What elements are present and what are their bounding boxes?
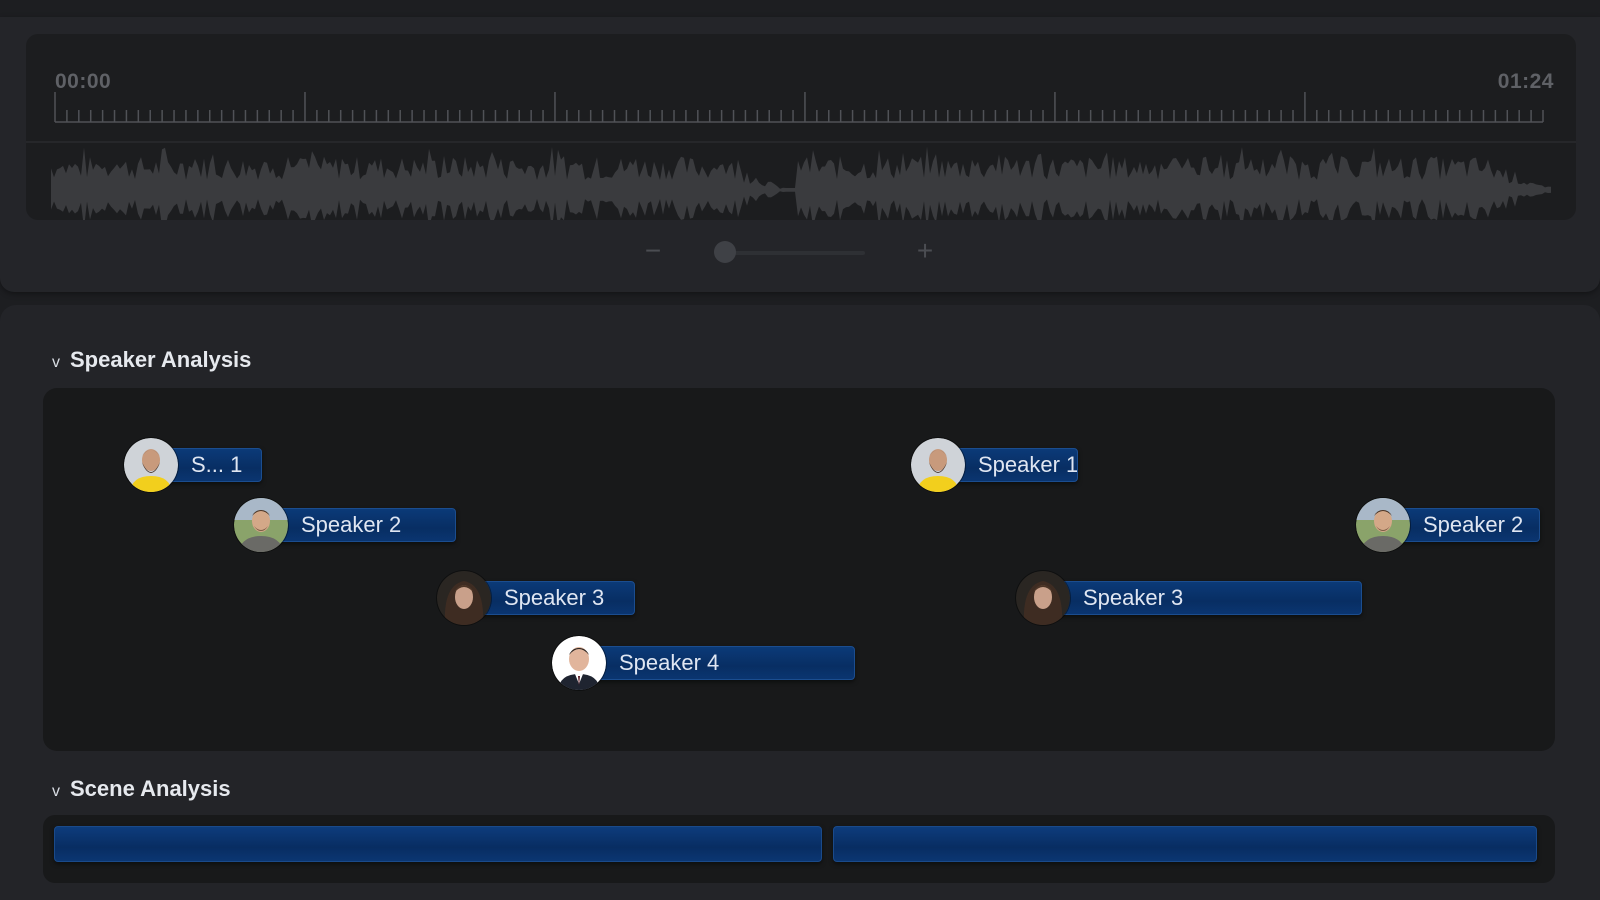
speaker-segment-label: Speaker 3 <box>473 581 635 615</box>
collapse-chevron-icon: v <box>52 354 60 371</box>
zoom-controls: − + <box>0 232 1600 282</box>
end-time-label: 01:24 <box>1497 70 1554 93</box>
scene-analysis-header[interactable]: v Scene Analysis <box>52 776 231 802</box>
zoom-in-button[interactable]: + <box>910 236 940 266</box>
speaker-segment-label: Speaker 2 <box>1392 508 1540 542</box>
analysis-panel: v Speaker Analysis S... 1 Speaker 2 Spea… <box>0 305 1600 900</box>
speaker-2-avatar <box>234 498 288 552</box>
scene-analysis-title: Scene Analysis <box>70 776 231 801</box>
speaker-3-avatar <box>1016 571 1070 625</box>
speaker-analysis-header[interactable]: v Speaker Analysis <box>52 347 251 373</box>
start-time-label: 00:00 <box>55 70 112 93</box>
speaker-1-avatar <box>124 438 178 492</box>
collapse-chevron-icon: v <box>52 783 60 800</box>
speaker-2-avatar <box>1356 498 1410 552</box>
speaker-track: S... 1 Speaker 2 Speaker 3 Speaker 4 Spe… <box>43 388 1555 751</box>
speaker-4-avatar <box>552 636 606 690</box>
speaker-segment-label: Speaker 1 <box>947 448 1078 482</box>
zoom-out-button[interactable]: − <box>638 236 668 266</box>
speaker-segment-label: Speaker 2 <box>270 508 456 542</box>
waveform-timeline[interactable]: 00:00 01:24 <box>26 34 1576 220</box>
speaker-1-avatar <box>911 438 965 492</box>
speaker-analysis-title: Speaker Analysis <box>70 347 252 372</box>
audio-waveform <box>51 146 1551 220</box>
scene-segment[interactable] <box>54 826 822 862</box>
speaker-segment-label: Speaker 4 <box>588 646 855 680</box>
waveform-panel: 00:00 01:24 − + <box>0 17 1600 292</box>
scene-track <box>43 815 1555 883</box>
speaker-segment-label: Speaker 3 <box>1052 581 1362 615</box>
scene-segment[interactable] <box>833 826 1537 862</box>
speaker-3-avatar <box>437 571 491 625</box>
zoom-slider-track[interactable] <box>725 251 865 255</box>
zoom-slider-thumb[interactable] <box>714 241 736 263</box>
